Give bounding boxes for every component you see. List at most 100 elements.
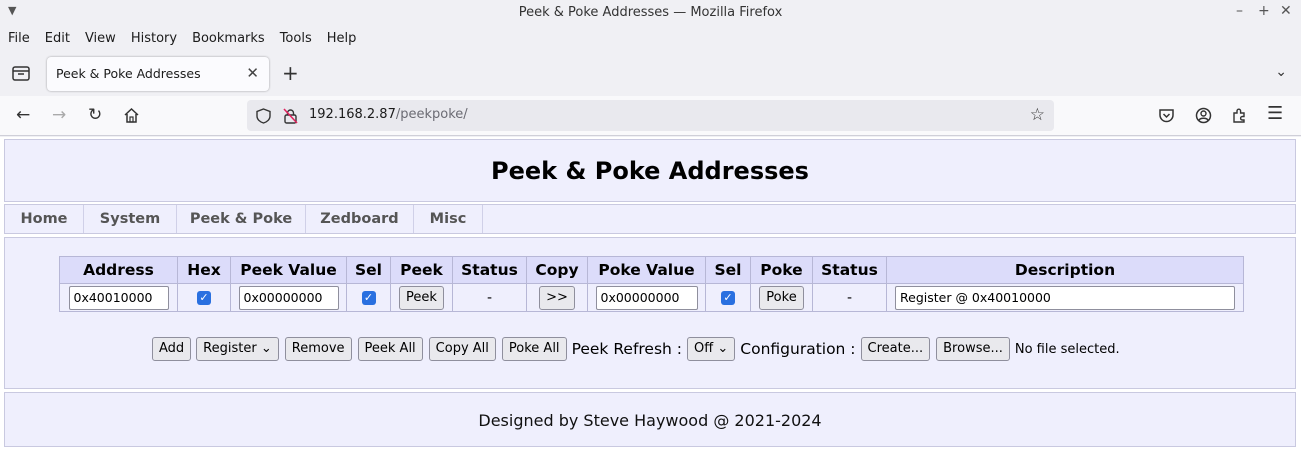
copy-all-button[interactable]: Copy All: [428, 337, 496, 361]
back-icon[interactable]: ←: [16, 105, 30, 125]
table-header-row: Address Hex Peek Value Sel Peek Status C…: [59, 256, 1244, 284]
footer-credit: Designed by Steve Haywood @ 2021-2024: [478, 411, 822, 430]
poke-value-cell: [587, 283, 706, 312]
insecure-lock-icon[interactable]: [283, 108, 298, 124]
peek-sel-cell: ✓: [346, 283, 391, 312]
type-select[interactable]: Register ⌄: [196, 337, 279, 361]
peek-button[interactable]: Peek: [399, 285, 444, 310]
peek-status: -: [452, 283, 527, 312]
peek-refresh-select[interactable]: Off ⌄: [687, 337, 736, 361]
nav-home[interactable]: Home: [5, 205, 84, 233]
menu-history[interactable]: History: [123, 31, 184, 46]
hex-cell: ✓: [177, 283, 231, 312]
account-icon[interactable]: [1195, 107, 1212, 124]
nav-zedboard[interactable]: Zedboard: [306, 205, 414, 233]
tab-close-icon[interactable]: ✕: [246, 64, 259, 82]
poke-button[interactable]: Poke: [759, 285, 804, 310]
window-titlebar: ▼ Peek & Poke Addresses — Mozilla Firefo…: [0, 0, 1301, 26]
reload-icon[interactable]: ↻: [88, 105, 102, 125]
poke-button-cell: Poke: [750, 283, 813, 312]
nav-system[interactable]: System: [84, 205, 177, 233]
remove-button[interactable]: Remove: [284, 337, 352, 361]
site-nav: Home System Peek & Poke Zedboard Misc: [4, 204, 1296, 234]
address-input[interactable]: [68, 285, 169, 310]
col-poke-sel: Sel: [705, 256, 751, 284]
poke-status: -: [812, 283, 887, 312]
firefox-view-icon[interactable]: [11, 64, 31, 82]
description-cell: [886, 283, 1244, 312]
tab-peek-poke[interactable]: Peek & Poke Addresses ✕: [47, 57, 269, 91]
col-address: Address: [59, 256, 178, 284]
menu-help[interactable]: Help: [319, 31, 364, 46]
navigation-toolbar: ← → ↻ 192.168.2.87/peekpoke/ ☆ ☰: [0, 96, 1301, 136]
description-input[interactable]: [895, 285, 1235, 310]
url-bar[interactable]: 192.168.2.87/peekpoke/ ☆: [247, 100, 1054, 131]
forward-icon[interactable]: →: [52, 105, 66, 125]
poke-sel-cell: ✓: [705, 283, 751, 312]
col-peek-sel: Sel: [346, 256, 391, 284]
peek-button-cell: Peek: [390, 283, 453, 312]
tab-strip: Peek & Poke Addresses ✕ + ⌄: [0, 50, 1301, 96]
col-peek-status: Status: [452, 256, 527, 284]
peek-value-input[interactable]: [238, 285, 339, 310]
web-page: Peek & Poke Addresses Home System Peek &…: [0, 137, 1301, 450]
peek-all-button[interactable]: Peek All: [357, 337, 423, 361]
create-button[interactable]: Create...: [860, 337, 931, 361]
poke-sel-checkbox[interactable]: ✓: [721, 291, 735, 305]
bookmark-star-icon[interactable]: ☆: [1030, 105, 1045, 125]
page-footer: Designed by Steve Haywood @ 2021-2024: [4, 392, 1296, 447]
copy-button[interactable]: >>: [539, 285, 575, 310]
browse-button[interactable]: Browse...: [936, 337, 1010, 361]
url-text[interactable]: 192.168.2.87/peekpoke/: [309, 107, 468, 122]
menu-bar: File Edit View History Bookmarks Tools H…: [0, 26, 1301, 50]
chevron-down-icon: ⌄: [260, 341, 272, 356]
col-poke-value: Poke Value: [587, 256, 706, 284]
nav-misc[interactable]: Misc: [414, 205, 483, 233]
add-button[interactable]: Add: [152, 337, 192, 361]
minimize-icon[interactable]: –: [1236, 3, 1243, 19]
menu-tools[interactable]: Tools: [272, 31, 319, 46]
close-window-icon[interactable]: ✕: [1280, 3, 1292, 19]
address-cell: [59, 283, 178, 312]
menu-bookmarks[interactable]: Bookmarks: [184, 31, 272, 46]
peek-poke-panel: Address Hex Peek Value Sel Peek Status C…: [4, 237, 1296, 389]
hex-checkbox[interactable]: ✓: [197, 291, 211, 305]
col-copy: Copy: [526, 256, 588, 284]
col-peek-value: Peek Value: [230, 256, 347, 284]
col-description: Description: [886, 256, 1244, 284]
menu-view[interactable]: View: [77, 31, 123, 46]
peek-refresh-value: Off: [694, 341, 714, 356]
table-row: ✓ ✓ Peek - >> ✓ Poke -: [59, 283, 1244, 312]
col-peek: Peek: [390, 256, 453, 284]
list-all-tabs-icon[interactable]: ⌄: [1275, 64, 1287, 80]
col-poke-status: Status: [812, 256, 887, 284]
menu-file[interactable]: File: [0, 31, 37, 46]
page-title: Peek & Poke Addresses: [491, 157, 809, 185]
url-host: 192.168.2.87: [309, 107, 396, 122]
configuration-label: Configuration :: [740, 340, 856, 358]
home-icon[interactable]: [123, 107, 140, 124]
poke-all-button[interactable]: Poke All: [501, 337, 567, 361]
copy-button-cell: >>: [526, 283, 588, 312]
col-poke: Poke: [750, 256, 813, 284]
col-hex: Hex: [177, 256, 231, 284]
peek-value-cell: [230, 283, 347, 312]
maximize-icon[interactable]: +: [1258, 3, 1270, 19]
pocket-icon[interactable]: [1158, 107, 1175, 124]
chevron-down-icon: ⌄: [717, 341, 729, 356]
shield-icon[interactable]: [256, 108, 271, 124]
menu-edit[interactable]: Edit: [37, 31, 77, 46]
hamburger-menu-icon[interactable]: ☰: [1267, 103, 1283, 124]
peek-refresh-label: Peek Refresh :: [571, 340, 683, 358]
nav-peek-poke[interactable]: Peek & Poke: [177, 205, 306, 233]
new-tab-icon[interactable]: +: [282, 61, 299, 85]
file-status: No file selected.: [1014, 341, 1120, 357]
type-select-value: Register: [203, 341, 257, 356]
peek-poke-table: Address Hex Peek Value Sel Peek Status C…: [59, 256, 1244, 312]
extensions-icon[interactable]: [1231, 107, 1248, 124]
poke-value-input[interactable]: [595, 285, 698, 310]
window-title: Peek & Poke Addresses — Mozilla Firefox: [518, 5, 783, 20]
table-controls: Add Register ⌄ Remove Peek All Copy All …: [152, 337, 1120, 361]
peek-sel-checkbox[interactable]: ✓: [361, 291, 376, 305]
url-path: /peekpoke/: [395, 107, 468, 122]
